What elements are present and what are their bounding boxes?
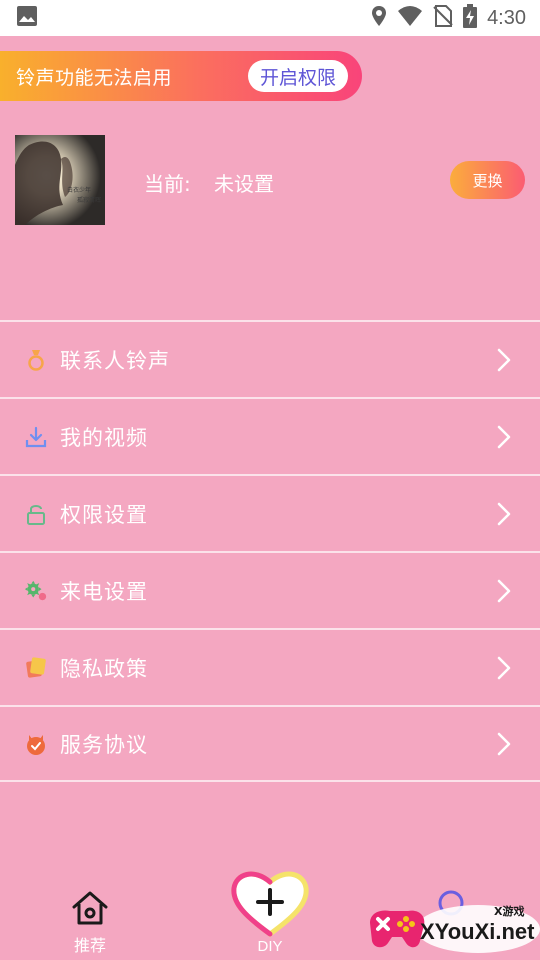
permission-banner: 铃声功能无法启用 开启权限	[0, 51, 362, 101]
cover-caption-1: 白衣少年	[67, 187, 92, 194]
nav-tab-recommend-label: 推荐	[73, 936, 106, 955]
nav-tab-recommend[interactable]: 推荐	[60, 890, 120, 956]
location-icon	[371, 5, 387, 31]
current-ringtone-label: 当前:	[144, 172, 191, 196]
change-ringtone-button[interactable]: 更换	[450, 161, 525, 199]
menu-item-service-agreement[interactable]: 服务协议	[0, 705, 540, 782]
watermark-logo: X游戏 XYouXi.net	[366, 893, 540, 960]
ring-icon	[24, 348, 48, 372]
download-icon	[24, 425, 48, 449]
watermark-text: XYouXi.net	[420, 919, 535, 944]
menu-item-label: 服务协议	[60, 732, 148, 757]
menu-item-call-settings[interactable]: 来电设置	[0, 551, 540, 628]
menu-item-privacy-policy[interactable]: 隐私政策	[0, 628, 540, 705]
chevron-right-icon	[496, 578, 512, 604]
menu-item-label: 权限设置	[60, 502, 148, 527]
enable-permission-button[interactable]: 开启权限	[247, 60, 348, 92]
home-icon	[60, 890, 120, 930]
chevron-right-icon	[496, 347, 512, 373]
menu-item-label: 隐私政策	[60, 656, 148, 681]
chevron-right-icon	[496, 731, 512, 757]
menu-item-permission-settings[interactable]: 权限设置	[0, 474, 540, 551]
gear-icon	[24, 579, 48, 603]
no-sim-icon	[433, 5, 453, 31]
image-icon	[16, 5, 38, 31]
menu-item-label: 联系人铃声	[60, 348, 170, 373]
card-icon	[24, 656, 48, 680]
cover-caption-2: 孤寂清晖	[77, 197, 102, 204]
menu-item-label: 我的视频	[60, 425, 148, 450]
lock-icon	[24, 502, 48, 526]
watermark-subtext: X游戏	[494, 905, 525, 918]
heart-plus-icon	[228, 866, 312, 942]
chevron-right-icon	[496, 424, 512, 450]
battery-charging-icon	[463, 4, 478, 32]
agreement-icon	[24, 732, 48, 756]
chevron-right-icon	[496, 655, 512, 681]
chevron-right-icon	[496, 501, 512, 527]
current-ringtone-value: 未设置	[214, 172, 274, 196]
ringtone-cover-image[interactable]: 白衣少年 孤寂清晖	[15, 135, 105, 225]
nav-tab-diy[interactable]: DIY	[228, 866, 312, 955]
settings-menu-list: 联系人铃声 我的视频 权限设置 来电设置 隐私政策 服务协议	[0, 320, 540, 782]
menu-item-my-videos[interactable]: 我的视频	[0, 397, 540, 474]
menu-item-label: 来电设置	[60, 579, 148, 604]
menu-item-contact-ringtone[interactable]: 联系人铃声	[0, 320, 540, 397]
permission-banner-text: 铃声功能无法启用	[16, 66, 173, 89]
status-time: 4:30	[487, 6, 526, 29]
status-bar: 4:30	[0, 0, 540, 36]
wifi-icon	[397, 5, 423, 31]
